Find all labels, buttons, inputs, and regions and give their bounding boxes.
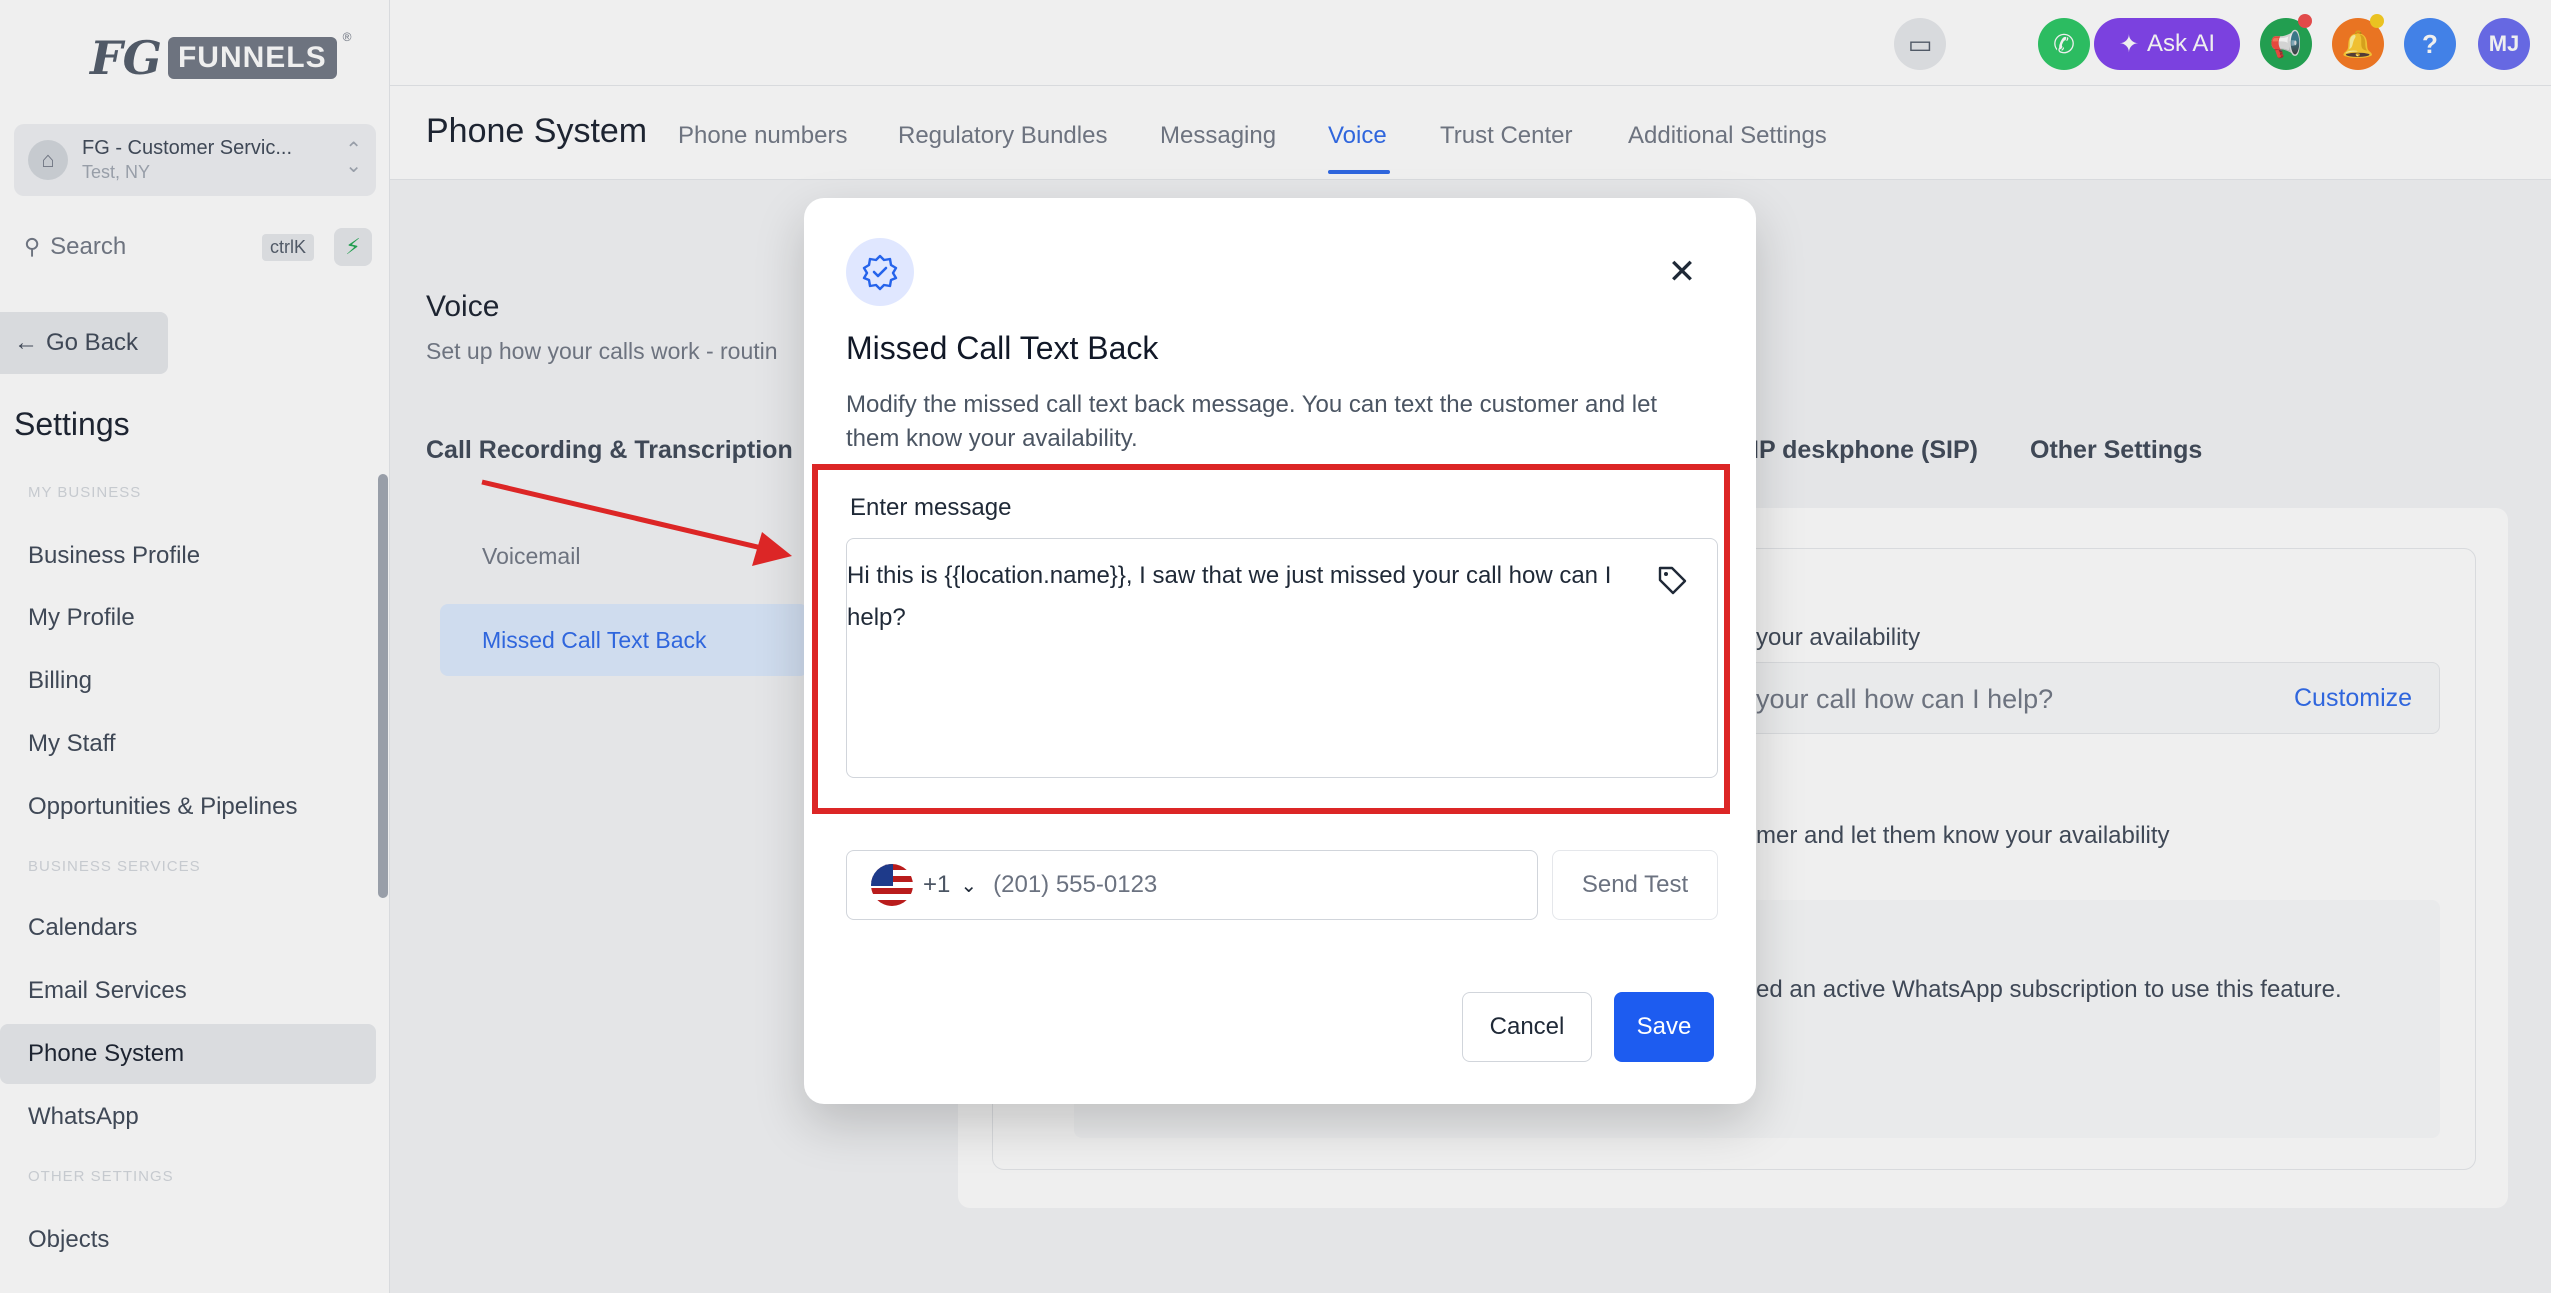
chevron-down-icon[interactable]: ⌄	[960, 873, 977, 898]
phone-placeholder: (201) 555-0123	[993, 871, 1158, 898]
send-test-button[interactable]: Send Test	[1552, 850, 1718, 920]
modal-description: Modify the missed call text back message…	[846, 391, 1658, 452]
cancel-button[interactable]: Cancel	[1462, 992, 1592, 1062]
country-code[interactable]: +1	[923, 871, 950, 899]
phone-input[interactable]: +1 ⌄ (201) 555-0123	[846, 850, 1538, 920]
save-button[interactable]: Save	[1614, 992, 1714, 1062]
modal-title: Missed Call Text Back	[846, 330, 1159, 366]
verified-badge-icon	[846, 238, 914, 306]
highlight-box	[812, 464, 1730, 814]
us-flag-icon	[871, 864, 913, 906]
close-icon[interactable]: ✕	[1660, 250, 1704, 294]
annotation-arrow-icon	[481, 479, 792, 566]
